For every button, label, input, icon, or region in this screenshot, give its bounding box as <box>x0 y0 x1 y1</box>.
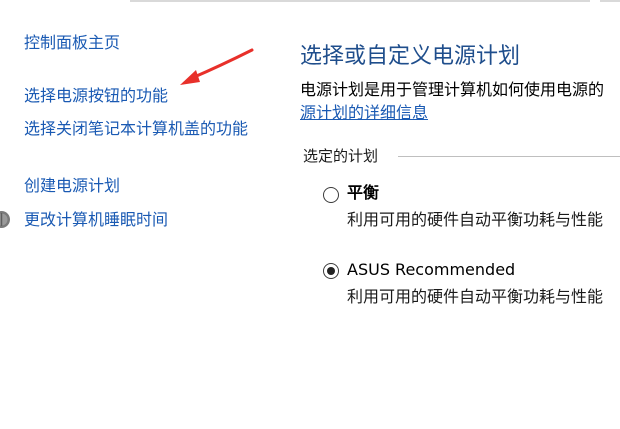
change-sleep-time-link[interactable]: 更改计算机睡眠时间 <box>24 208 168 232</box>
plan-radio-asus-recommended[interactable] <box>323 263 339 279</box>
red-arrow-annotation-icon <box>180 48 254 85</box>
radio-selected-dot <box>327 267 335 275</box>
choose-power-button-function-link[interactable]: 选择电源按钮的功能 <box>24 84 168 108</box>
create-power-plan-link[interactable]: 创建电源计划 <box>24 174 120 198</box>
choose-lid-close-function-link[interactable]: 选择关闭笔记本计算机盖的功能 <box>24 117 260 141</box>
plan-name-balanced: 平衡 <box>347 183 380 202</box>
control-panel-home-link[interactable]: 控制面板主页 <box>24 31 120 55</box>
plan-radio-balanced[interactable] <box>323 187 339 203</box>
plan-description-balanced: 利用可用的硬件自动平衡功耗与性能 <box>347 210 604 229</box>
plan-description-asus-recommended: 利用可用的硬件自动平衡功耗与性能 <box>347 287 604 306</box>
main-content: 选择或自定义电源计划 电源计划是用于管理计算机如何使用电源的 源计划的详细信息 … <box>270 0 620 429</box>
sidebar: 控制面板主页 选择电源按钮的功能 选择关闭笔记本计算机盖的功能 创建电源计划 更… <box>0 0 270 429</box>
description-text: 电源计划是用于管理计算机如何使用电源的 <box>300 80 605 99</box>
plan-name-asus-recommended: ASUS Recommended <box>347 260 516 279</box>
plan-details-link[interactable]: 源计划的详细信息 <box>300 101 428 125</box>
selected-plans-label: 选定的计划 <box>303 147 379 165</box>
page-title: 选择或自定义电源计划 <box>300 44 521 69</box>
shield-icon <box>0 211 10 228</box>
section-divider <box>398 156 620 157</box>
